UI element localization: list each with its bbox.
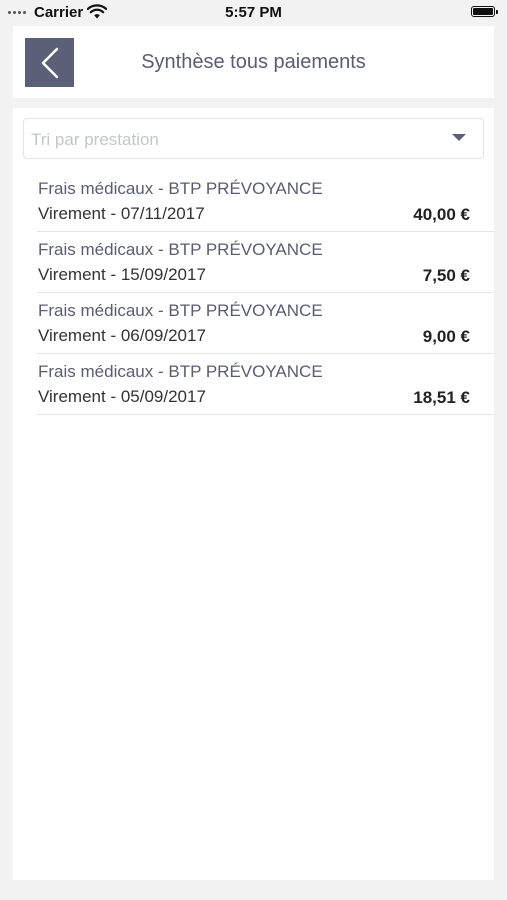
- payment-label: Frais médicaux - BTP PRÉVOYANCE: [38, 179, 323, 198]
- payment-amount: 9,00 €: [422, 327, 470, 346]
- back-button[interactable]: [25, 38, 74, 87]
- payment-detail: Virement - 06/09/2017: [38, 326, 206, 345]
- payment-list: Frais médicaux - BTP PRÉVOYANCE Virement…: [13, 171, 494, 415]
- bottom-strip: [0, 880, 507, 900]
- payment-label: Frais médicaux - BTP PRÉVOYANCE: [38, 240, 323, 259]
- payment-label: Frais médicaux - BTP PRÉVOYANCE: [38, 362, 323, 381]
- status-bar: Carrier 5:57 PM: [0, 0, 507, 26]
- page-title: Synthèse tous paiements: [141, 51, 366, 73]
- payment-detail: Virement - 15/09/2017: [38, 265, 206, 284]
- payment-label: Frais médicaux - BTP PRÉVOYANCE: [38, 301, 323, 320]
- navigation-header: Synthèse tous paiements: [13, 26, 494, 98]
- main-content: Tri par prestation Frais médicaux - BTP …: [13, 108, 494, 880]
- filter-dropdown[interactable]: Tri par prestation: [23, 118, 484, 159]
- payment-amount: 40,00 €: [413, 205, 470, 224]
- payment-amount: 18,51 €: [413, 388, 470, 407]
- battery-icon: [471, 6, 498, 17]
- payment-amount: 7,50 €: [422, 266, 470, 285]
- filter-placeholder: Tri par prestation: [31, 130, 159, 149]
- clock: 5:57 PM: [225, 4, 282, 21]
- payment-row[interactable]: Frais médicaux - BTP PRÉVOYANCE Virement…: [13, 232, 494, 293]
- payment-detail: Virement - 07/11/2017: [38, 204, 205, 223]
- chevron-left-icon: [41, 47, 58, 78]
- dropdown-arrow-icon: [452, 134, 466, 141]
- payment-row[interactable]: Frais médicaux - BTP PRÉVOYANCE Virement…: [13, 293, 494, 354]
- payment-detail: Virement - 05/09/2017: [38, 387, 206, 406]
- payment-row[interactable]: Frais médicaux - BTP PRÉVOYANCE Virement…: [13, 354, 494, 415]
- payment-row[interactable]: Frais médicaux - BTP PRÉVOYANCE Virement…: [13, 171, 494, 232]
